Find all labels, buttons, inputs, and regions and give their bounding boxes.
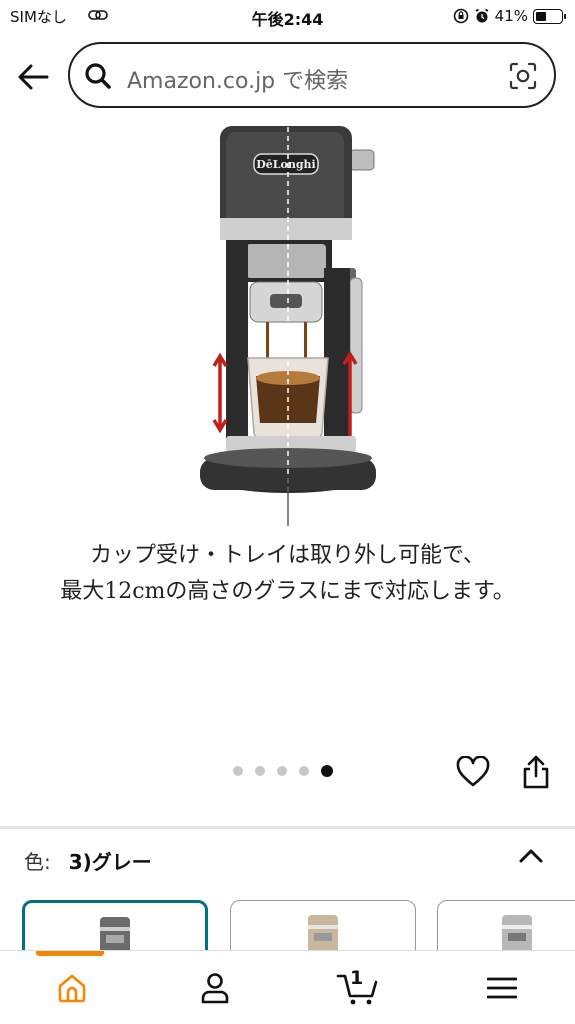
search-header: Amazon.co.jp で検索 — [0, 34, 575, 118]
share-icon[interactable] — [520, 754, 552, 790]
wishlist-heart-icon[interactable] — [456, 756, 490, 788]
orientation-lock-icon — [453, 8, 468, 24]
variation-label: 色: — [24, 850, 51, 874]
bottom-navigation: 1 — [0, 950, 575, 1024]
nav-menu[interactable] — [429, 951, 575, 1024]
back-button[interactable] — [14, 60, 52, 94]
page-dot[interactable] — [255, 766, 265, 776]
nav-cart[interactable]: 1 — [286, 951, 429, 1024]
search-icon — [85, 63, 111, 89]
variation-header: 色: 3)グレー — [24, 846, 152, 875]
battery-icon — [533, 8, 566, 24]
caption-line-1: カップ受け・トレイは取り外し可能で、 — [89, 543, 486, 568]
image-caption: カップ受け・トレイは取り外し可能で、 最大12cmの高さのグラスにまで対応します… — [0, 538, 575, 610]
cart-count-badge: 1 — [350, 967, 364, 989]
page-dot[interactable] — [299, 766, 309, 776]
back-arrow-icon — [18, 64, 49, 90]
page-dot-active[interactable] — [321, 765, 333, 777]
battery-percent: 41% — [494, 7, 528, 25]
espresso-machine-image: DēLonghi — [200, 118, 376, 526]
variation-selected-value: 3)グレー — [68, 850, 152, 874]
carousel-pagination — [233, 765, 333, 777]
alarm-icon — [475, 8, 489, 23]
hamburger-menu-icon — [487, 977, 517, 999]
search-bar[interactable]: Amazon.co.jp で検索 — [68, 42, 556, 108]
page-dot[interactable] — [233, 766, 243, 776]
nav-account[interactable] — [143, 951, 286, 1024]
nav-home[interactable] — [0, 951, 143, 1024]
home-icon — [58, 974, 85, 1003]
svg-text:DēLonghi: DēLonghi — [256, 158, 315, 171]
product-image-carousel[interactable]: DēLonghi カップ受け・トレイは取り外し可能で、 最大12cmの高さのグラ… — [0, 118, 575, 768]
caption-line-2: 最大12cmの高さのグラスにまで対応します。 — [60, 579, 515, 604]
page-dot[interactable] — [277, 766, 287, 776]
section-divider — [0, 826, 575, 829]
search-input[interactable]: Amazon.co.jp で検索 — [127, 63, 348, 95]
status-bar: SIMなし 午後2:44 41% — [0, 0, 575, 34]
account-icon — [201, 973, 228, 1004]
camera-search-icon[interactable] — [508, 61, 538, 91]
chevron-up-icon[interactable] — [518, 846, 544, 866]
